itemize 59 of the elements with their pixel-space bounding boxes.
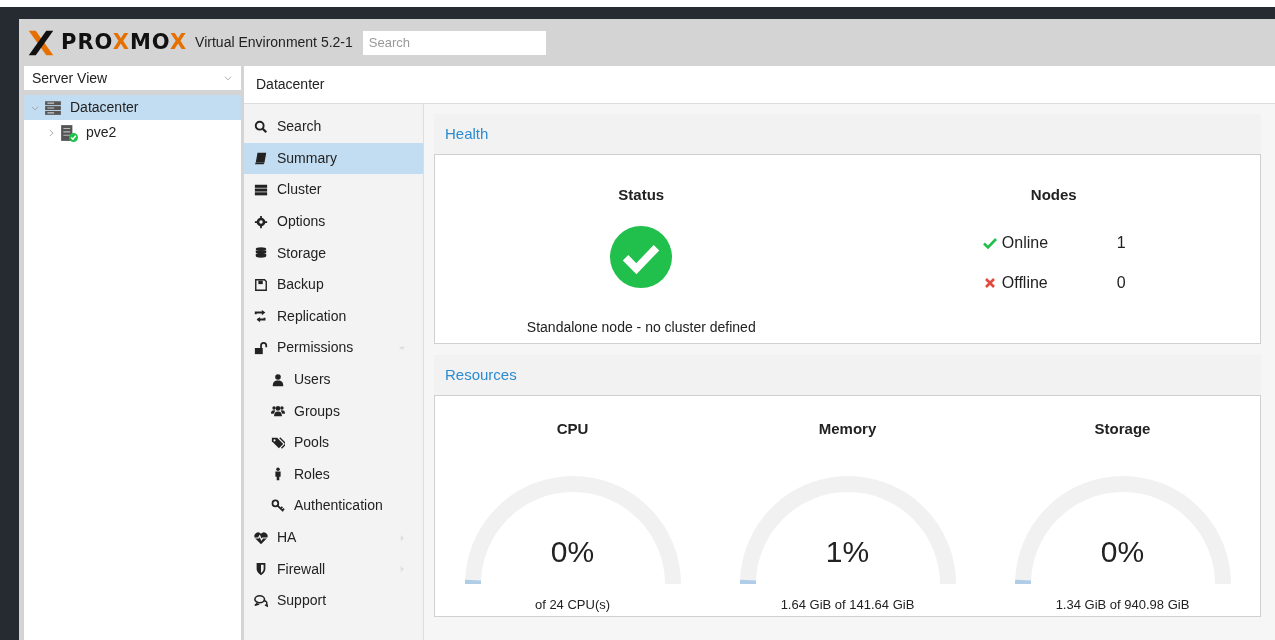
- logo-icon: [27, 28, 55, 57]
- server-icon: [254, 183, 268, 197]
- panel-title: Resources: [445, 364, 517, 385]
- chat-icon: [254, 593, 268, 608]
- gauge-reading: 0%: [1100, 533, 1145, 570]
- heartbeat-icon: [254, 530, 268, 545]
- nav-item[interactable]: Backup: [244, 268, 423, 301]
- nav-item[interactable]: Pools: [244, 426, 423, 459]
- server-online-icon: [60, 123, 78, 142]
- nav-item[interactable]: Summary: [244, 142, 423, 175]
- node-status-label: Online: [1001, 232, 1049, 253]
- status-text: Standalone node - no cluster defined: [526, 317, 756, 337]
- nav-item[interactable]: Permissions: [244, 332, 423, 364]
- column-heading: Status: [618, 185, 665, 205]
- nav-item[interactable]: Support: [244, 584, 423, 617]
- book-icon: [254, 151, 268, 166]
- gauge-heading: CPU: [556, 419, 589, 439]
- user-icon: [271, 372, 285, 387]
- nav-item[interactable]: Storage: [244, 237, 423, 269]
- shield-icon: [254, 562, 268, 577]
- nav-item[interactable]: Authentication: [244, 490, 423, 522]
- nav-item[interactable]: Roles: [244, 458, 423, 491]
- dropdown-caret-icon: [223, 73, 233, 83]
- nav-item[interactable]: Cluster: [244, 174, 423, 206]
- node-count: 1: [1116, 232, 1126, 253]
- gauge-detail: of 24 CPU(s): [534, 595, 611, 614]
- nav-item[interactable]: Users: [244, 363, 423, 396]
- gauge-heading: Memory: [818, 419, 877, 439]
- search-icon: [254, 119, 268, 134]
- nav-item[interactable]: Options: [244, 205, 423, 238]
- server-rack-icon: [44, 98, 62, 117]
- key-icon: [271, 498, 285, 513]
- nav-item[interactable]: Groups: [244, 395, 423, 427]
- nav-item[interactable]: Firewall: [244, 553, 423, 585]
- gauge-reading: 0%: [550, 533, 595, 570]
- view-selector[interactable]: Server View: [24, 66, 241, 90]
- tree-item[interactable]: Datacenter: [24, 95, 241, 120]
- node-count: 0: [1116, 272, 1126, 293]
- tree-item[interactable]: pve2: [24, 120, 241, 145]
- arrows-icon: [254, 309, 268, 324]
- column-heading: Nodes: [1030, 185, 1077, 205]
- breadcrumb-title: Datacenter: [256, 75, 325, 94]
- gauge-reading: 1%: [825, 533, 870, 570]
- gauge-detail: 1.34 GiB of 940.98 GiB: [1055, 595, 1190, 614]
- nav-item[interactable]: Search: [244, 111, 423, 143]
- node-status-label: Offline: [1001, 272, 1048, 293]
- gauge-detail: 1.64 GiB of 141.64 GiB: [780, 595, 915, 614]
- users-icon: [271, 404, 285, 419]
- search-field[interactable]: Search: [362, 30, 546, 55]
- tag-icon: [271, 435, 285, 450]
- panel-title: Health: [445, 123, 489, 144]
- gauge-heading: Storage: [1094, 419, 1151, 439]
- logo-text: PROXMOX: [61, 28, 188, 56]
- unlock-icon: [254, 340, 268, 355]
- product-title: Virtual Environment 5.2-1: [195, 33, 353, 52]
- expand-icon: [46, 127, 56, 138]
- nav-item[interactable]: Replication: [244, 300, 423, 333]
- database-icon: [254, 246, 268, 261]
- nav-item[interactable]: HA: [244, 521, 423, 554]
